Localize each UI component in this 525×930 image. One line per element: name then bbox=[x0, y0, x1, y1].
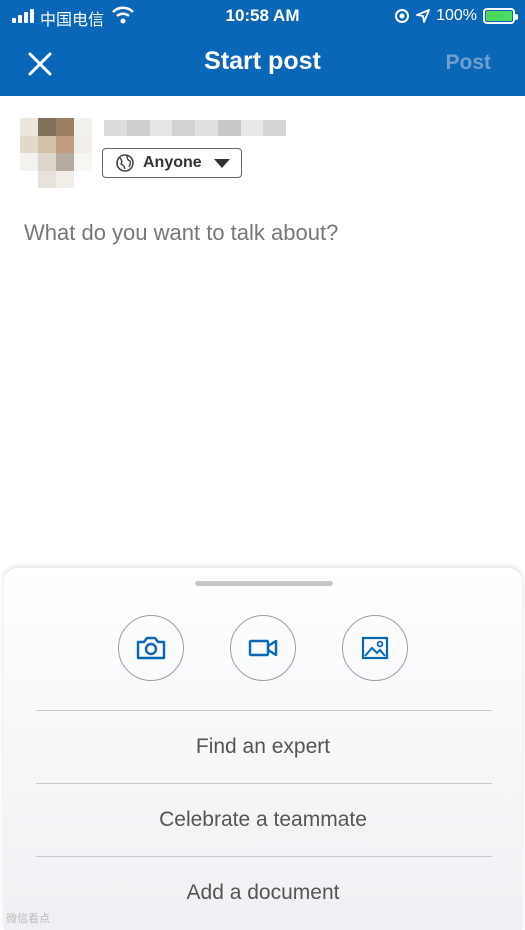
status-right: 100% bbox=[394, 6, 518, 26]
divider bbox=[36, 783, 492, 784]
camera-icon bbox=[136, 636, 166, 660]
celebrate-teammate-option[interactable]: Celebrate a teammate bbox=[4, 808, 522, 832]
divider bbox=[36, 856, 492, 857]
author-name-redacted bbox=[104, 120, 286, 136]
audience-selector[interactable]: Anyone bbox=[102, 148, 242, 178]
top-bar: 中国电信 10:58 AM 100% Start post Post bbox=[0, 0, 525, 96]
status-bar: 中国电信 10:58 AM 100% bbox=[0, 0, 525, 32]
location-icon bbox=[416, 9, 430, 23]
caret-down-icon bbox=[213, 158, 230, 168]
audience-label: Anyone bbox=[143, 154, 202, 171]
divider bbox=[36, 710, 492, 711]
bottom-sheet: Find an expert Celebrate a teammate Add … bbox=[4, 568, 522, 930]
add-document-option[interactable]: Add a document bbox=[4, 881, 522, 905]
find-expert-option[interactable]: Find an expert bbox=[4, 735, 522, 759]
video-icon bbox=[248, 639, 278, 657]
avatar bbox=[20, 118, 92, 188]
video-button[interactable] bbox=[230, 615, 296, 681]
photo-button[interactable] bbox=[342, 615, 408, 681]
photo-icon bbox=[361, 636, 389, 660]
post-button[interactable]: Post bbox=[445, 51, 491, 75]
globe-icon bbox=[116, 154, 134, 172]
battery-icon bbox=[483, 8, 518, 24]
post-text-input[interactable]: What do you want to talk about? bbox=[24, 220, 494, 246]
watermark: 微信看点 bbox=[6, 913, 50, 925]
sheet-handle[interactable] bbox=[195, 581, 333, 586]
orientation-lock-icon bbox=[395, 9, 410, 23]
camera-button[interactable] bbox=[118, 615, 184, 681]
battery-percent: 100% bbox=[436, 7, 477, 24]
